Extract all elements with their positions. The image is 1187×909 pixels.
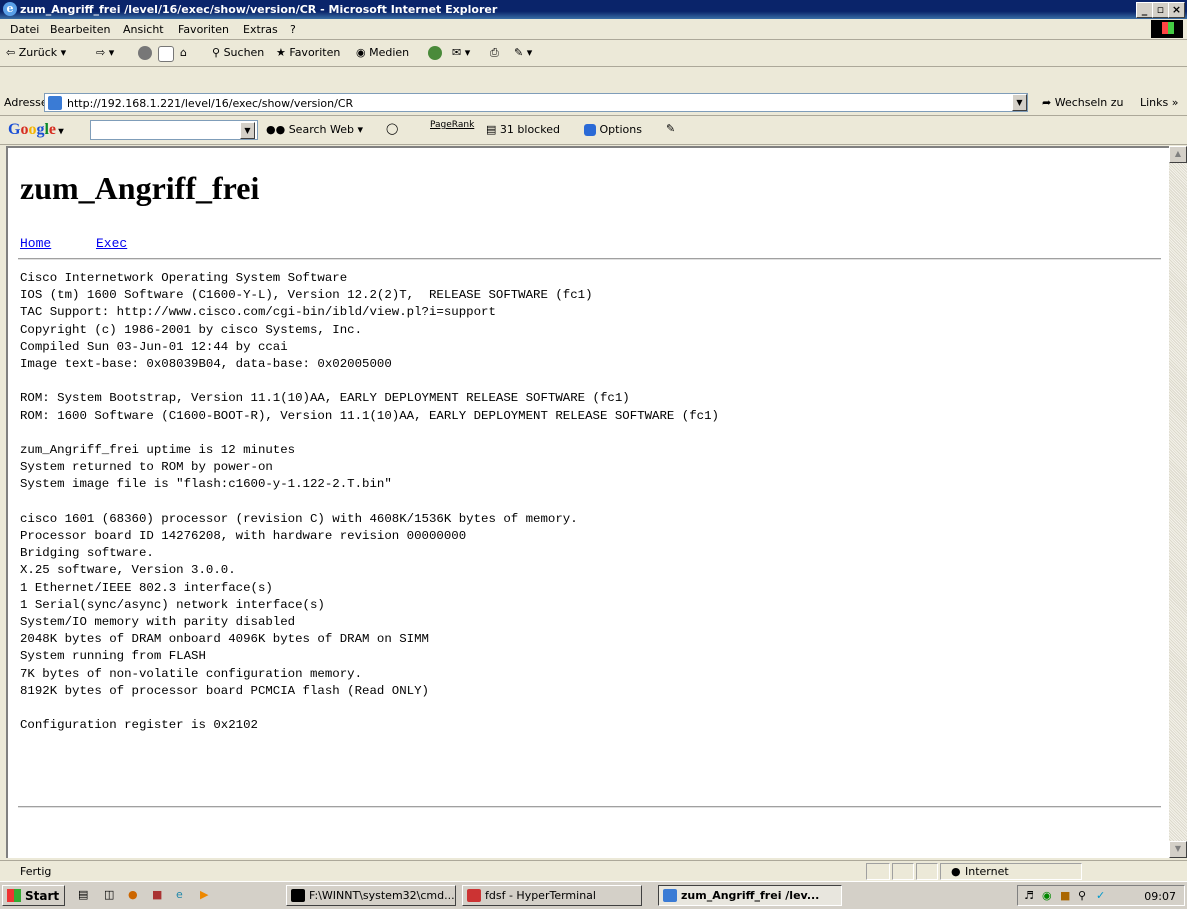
internet-zone-icon: ● bbox=[951, 865, 961, 878]
zone-label: Internet bbox=[965, 865, 1009, 878]
connection-icon[interactable]: ✓ bbox=[1096, 889, 1105, 902]
title-bar[interactable]: e zum_Angriff_frei /level/16/exec/show/v… bbox=[0, 0, 1187, 19]
menu-help[interactable]: ? bbox=[290, 23, 296, 36]
home-link[interactable]: Home bbox=[20, 236, 51, 251]
window-title: zum_Angriff_frei /level/16/exec/show/ver… bbox=[20, 3, 498, 16]
highlight-icon[interactable]: ✎ bbox=[666, 122, 675, 135]
task-cmd[interactable]: F:\WINNT\system32\cmd... bbox=[286, 885, 456, 906]
refresh-icon[interactable] bbox=[158, 46, 174, 62]
firefox-quicklaunch-icon[interactable]: ● bbox=[128, 888, 138, 901]
history-icon[interactable] bbox=[428, 46, 442, 60]
cmd-icon bbox=[291, 889, 305, 902]
back-button[interactable]: ⇦ Zurück ▾ bbox=[6, 46, 66, 59]
media-button[interactable]: ◉ Medien bbox=[356, 46, 409, 59]
google-search-input[interactable] bbox=[90, 120, 258, 140]
go-arrow-icon: ➦ bbox=[1042, 96, 1052, 109]
hardware-icon[interactable]: ■ bbox=[1060, 889, 1070, 902]
vertical-scrollbar[interactable]: ▲ ▼ bbox=[1169, 146, 1187, 858]
show-version-output: Cisco Internetwork Operating System Soft… bbox=[20, 271, 719, 733]
system-tray: ♬ ◉ ■ ⚲ ✓ 09:07 bbox=[1017, 885, 1185, 906]
menu-favoriten[interactable]: Favoriten bbox=[178, 23, 229, 36]
page-icon bbox=[48, 96, 62, 110]
binoculars-icon: ●● bbox=[266, 123, 286, 136]
status-cell bbox=[892, 863, 914, 880]
status-cell bbox=[916, 863, 938, 880]
mail-icon[interactable]: ✉ ▾ bbox=[452, 46, 470, 59]
google-toolbar: Google ▾ ▼ ●● Search Web ▾ ◯ PageRank ▤ … bbox=[0, 116, 1187, 145]
task-internet-explorer[interactable]: zum_Angriff_frei /lev... bbox=[658, 885, 842, 906]
links-button[interactable]: Links » bbox=[1140, 96, 1178, 109]
options-icon bbox=[584, 124, 596, 136]
ie-icon bbox=[663, 889, 677, 902]
menu-datei[interactable]: Datei bbox=[10, 23, 39, 36]
clock: 09:07 bbox=[1144, 890, 1176, 903]
start-button[interactable]: Start bbox=[2, 885, 65, 906]
page-content: zum_Angriff_frei Home Exec Cisco Interne… bbox=[6, 146, 1169, 858]
explorer-quicklaunch-icon[interactable]: ◫ bbox=[104, 888, 114, 901]
zone-cell: ● Internet bbox=[940, 863, 1082, 880]
divider-bottom bbox=[18, 806, 1161, 808]
task-hyperterminal[interactable]: fdsf - HyperTerminal bbox=[462, 885, 642, 906]
status-bar: Fertig ● Internet bbox=[0, 860, 1187, 881]
page-title: zum_Angriff_frei bbox=[20, 170, 260, 206]
scroll-up-button[interactable]: ▲ bbox=[1169, 146, 1187, 163]
address-label: Adresse bbox=[4, 96, 48, 109]
media-icon: ◉ bbox=[356, 46, 366, 59]
menu-bearbeiten[interactable]: Bearbeiten bbox=[50, 23, 110, 36]
close-button[interactable]: × bbox=[1168, 2, 1185, 18]
menu-ansicht[interactable]: Ansicht bbox=[123, 23, 164, 36]
standard-toolbar: ⇦ Zurück ▾ ⇨ ▾ ⌂ ⚲ Suchen ★ Favoriten ◉ … bbox=[0, 40, 1187, 67]
media-quicklaunch-icon[interactable]: ▶ bbox=[200, 888, 208, 901]
status-text: Fertig bbox=[20, 865, 52, 878]
print-icon[interactable]: ⎙ bbox=[490, 46, 499, 60]
volume-icon[interactable]: ♬ bbox=[1024, 889, 1034, 902]
stop-icon[interactable] bbox=[138, 46, 152, 60]
google-logo[interactable]: Google ▾ bbox=[8, 121, 64, 139]
windows-flag-icon bbox=[7, 889, 21, 902]
address-input[interactable]: http://192.168.1.221/level/16/exec/show/… bbox=[44, 93, 1028, 112]
scroll-down-button[interactable]: ▼ bbox=[1169, 841, 1187, 858]
app-quicklaunch-icon[interactable]: ■ bbox=[152, 888, 162, 901]
search-icon: ⚲ bbox=[212, 46, 221, 59]
exec-link[interactable]: Exec bbox=[96, 236, 127, 251]
divider-top bbox=[18, 258, 1161, 260]
taskbar: Start ▤ ◫ ● ■ e ▶ F:\WINNT\system32\cmd.… bbox=[0, 881, 1187, 909]
maximize-button[interactable]: ▫ bbox=[1152, 2, 1169, 18]
windows-logo-icon bbox=[1151, 20, 1183, 38]
back-arrow-icon: ⇦ bbox=[6, 46, 16, 59]
popup-blocker-button[interactable]: ▤ 31 blocked bbox=[486, 123, 560, 136]
ie-quicklaunch-icon[interactable]: e bbox=[176, 888, 183, 901]
news-icon[interactable]: ◯ bbox=[386, 122, 398, 135]
search-button[interactable]: ⚲ Suchen bbox=[212, 46, 264, 59]
ie-icon[interactable]: e bbox=[3, 2, 17, 16]
popup-blocker-icon: ▤ bbox=[486, 123, 497, 136]
pagerank-indicator[interactable]: PageRank bbox=[430, 120, 474, 130]
menu-bar: Datei Bearbeiten Ansicht Favoriten Extra… bbox=[0, 19, 1187, 40]
scroll-track[interactable] bbox=[1169, 163, 1187, 841]
status-cell bbox=[866, 863, 890, 880]
address-dropdown-arrow[interactable]: ▼ bbox=[1012, 94, 1027, 111]
minimize-button[interactable]: _ bbox=[1136, 2, 1153, 18]
page-status-icon bbox=[4, 864, 18, 878]
address-bar: Adresse http://192.168.1.221/level/16/ex… bbox=[0, 91, 1187, 116]
edit-icon[interactable]: ✎ ▾ bbox=[514, 46, 532, 59]
hyperterminal-icon bbox=[467, 889, 481, 902]
search-web-button[interactable]: ●● Search Web ▾ bbox=[266, 123, 363, 136]
home-icon[interactable]: ⌂ bbox=[180, 46, 187, 59]
favorites-icon: ★ bbox=[276, 46, 286, 59]
google-options-button[interactable]: Options bbox=[584, 123, 642, 136]
google-search-dropdown[interactable]: ▼ bbox=[240, 122, 255, 139]
show-desktop-icon[interactable]: ▤ bbox=[78, 888, 88, 901]
go-button[interactable]: ➦ Wechseln zu bbox=[1042, 96, 1124, 109]
favorites-button[interactable]: ★ Favoriten bbox=[276, 46, 340, 59]
menu-extras[interactable]: Extras bbox=[243, 23, 278, 36]
network-icon[interactable]: ◉ bbox=[1042, 889, 1052, 902]
forward-button[interactable]: ⇨ ▾ bbox=[96, 46, 114, 59]
search-tray-icon[interactable]: ⚲ bbox=[1078, 889, 1086, 902]
address-url: http://192.168.1.221/level/16/exec/show/… bbox=[67, 97, 354, 110]
